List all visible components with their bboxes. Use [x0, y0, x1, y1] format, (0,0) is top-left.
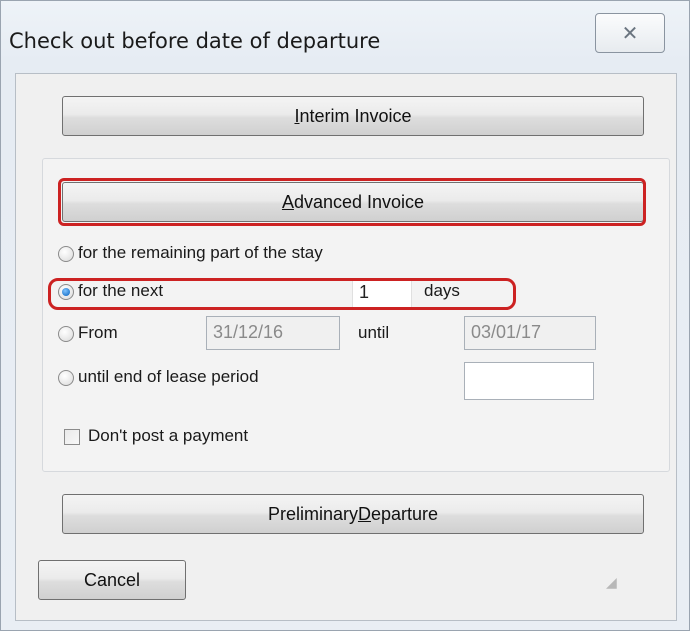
label-days: days	[424, 281, 460, 300]
preliminary-departure-label-post: eparture	[370, 503, 439, 524]
until-date-input[interactable]: 03/01/17	[464, 316, 596, 350]
label-for-the-next: for the next	[78, 281, 164, 300]
label-end-of-lease: until end of lease period	[78, 367, 259, 386]
radio-end-of-lease[interactable]	[58, 370, 74, 386]
label-until: until	[358, 323, 390, 342]
interim-invoice-button[interactable]: Interim Invoice	[62, 96, 644, 136]
preliminary-departure-label-pre: Preliminary	[267, 503, 358, 524]
advanced-invoice-button[interactable]: Advanced Invoice	[62, 182, 644, 222]
label-remaining-stay: for the remaining part of the stay	[78, 243, 323, 262]
dialog-content: Interim Invoice Advanced Invoice for the…	[15, 73, 677, 621]
advanced-invoice-label-post: dvanced Invoice	[293, 191, 425, 212]
resize-grip-icon[interactable]: ◢	[606, 574, 617, 591]
checkbox-no-payment[interactable]	[64, 429, 80, 445]
window-title: Check out before date of departure	[9, 29, 381, 53]
close-button[interactable]: ✕	[595, 13, 665, 53]
dialog-window: Check out before date of departure ✕ Int…	[0, 0, 690, 631]
days-input[interactable]: 1	[352, 278, 412, 308]
radio-from[interactable]	[58, 326, 74, 342]
from-date-input[interactable]: 31/12/16	[206, 316, 340, 350]
preliminary-departure-accel: D	[357, 503, 371, 524]
radio-for-the-next[interactable]	[58, 284, 74, 300]
title-bar: Check out before date of departure ✕	[1, 1, 689, 79]
label-from: From	[78, 323, 118, 342]
end-of-lease-input[interactable]	[464, 362, 594, 400]
preliminary-departure-button[interactable]: Preliminary Departure	[62, 494, 644, 534]
radio-remaining-stay[interactable]	[58, 246, 74, 262]
close-icon: ✕	[621, 21, 639, 45]
interim-invoice-label-post: nterim Invoice	[299, 105, 412, 126]
cancel-button[interactable]: Cancel	[38, 560, 186, 600]
advanced-invoice-accel: A	[281, 191, 294, 212]
label-no-payment: Don't post a payment	[88, 426, 249, 445]
